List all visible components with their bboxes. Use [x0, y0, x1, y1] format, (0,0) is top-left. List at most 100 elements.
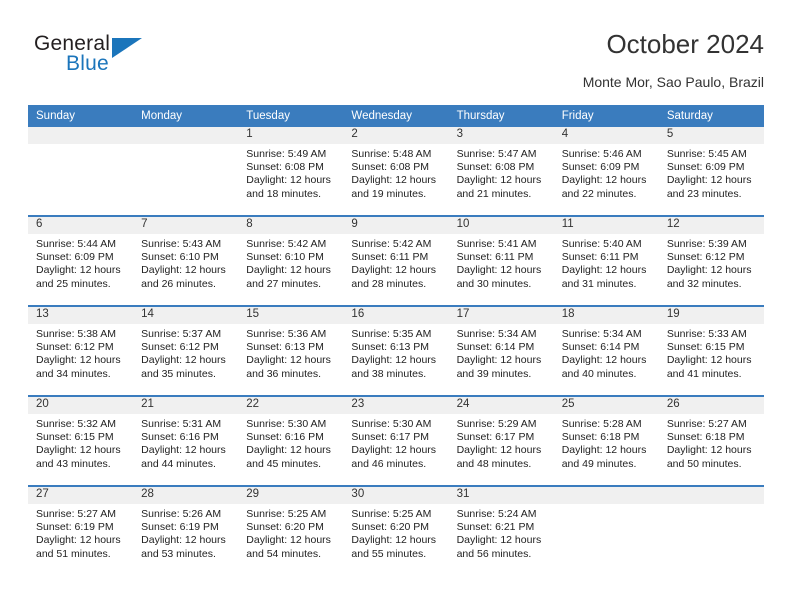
calendar-day-cell[interactable]: 20 Sunrise: 5:32 AM Sunset: 6:15 PM Dayligh… [28, 395, 134, 486]
sunrise-text: Sunrise: 5:38 AM [36, 328, 116, 340]
daylight-text: Daylight: 12 hours and 55 minutes. [351, 534, 437, 560]
sunset-text: Sunset: 6:11 PM [561, 251, 639, 264]
calendar-day-cell[interactable]: 29 Sunrise: 5:25 AM Sunset: 6:20 PM Dayligh… [238, 485, 344, 575]
calendar-day-cell[interactable]: 22 Sunrise: 5:30 AM Sunset: 6:16 PM Dayligh… [238, 395, 344, 486]
calendar-day-cell[interactable]: 13 Sunrise: 5:38 AM Sunset: 6:12 PM Dayligh… [28, 305, 134, 396]
calendar-body: 1 Sunrise: 5:49 AM Sunset: 6:08 PM Daylight… [28, 127, 764, 575]
calendar-day-cell-inner: 26 Sunrise: 5:27 AM Sunset: 6:18 PM Dayligh… [658, 397, 764, 485]
sunset-text: Sunset: 6:08 PM [456, 161, 535, 174]
calendar-day-cell-inner: 24 Sunrise: 5:29 AM Sunset: 6:17 PM Dayligh… [448, 397, 554, 485]
sunset-text: Sunset: 6:14 PM [561, 341, 640, 354]
day-number: 3 [448, 127, 554, 144]
day-details: Sunrise: 5:44 AM Sunset: 6:09 PM Daylight:… [28, 234, 133, 291]
calendar-day-cell[interactable]: 14 Sunrise: 5:37 AM Sunset: 6:12 PM Dayligh… [133, 305, 239, 396]
day-details: Sunrise: 5:28 AM Sunset: 6:18 PM Daylight:… [554, 414, 659, 471]
day-number: 11 [553, 217, 659, 234]
sunrise-text: Sunrise: 5:37 AM [141, 328, 222, 340]
calendar-day-cell[interactable]: 6 Sunrise: 5:44 AM Sunset: 6:09 PM Daylight… [28, 215, 134, 306]
daylight-text: Daylight: 12 hours and 19 minutes. [351, 174, 437, 200]
sunrise-text: Sunrise: 5:33 AM [666, 328, 747, 340]
blue-triangle-icon [112, 38, 142, 58]
calendar-day-cell[interactable]: 30 Sunrise: 5:25 AM Sunset: 6:20 PM Dayligh… [343, 485, 449, 575]
calendar-day-cell[interactable]: 21 Sunrise: 5:31 AM Sunset: 6:16 PM Dayligh… [133, 395, 239, 486]
day-details: Sunrise: 5:32 AM Sunset: 6:15 PM Daylight:… [28, 414, 133, 471]
sunset-text: Sunset: 6:20 PM [351, 521, 430, 534]
calendar-day-cell[interactable]: 31 Sunrise: 5:24 AM Sunset: 6:21 PM Dayligh… [448, 485, 554, 575]
calendar-day-cell-inner: 8 Sunrise: 5:42 AM Sunset: 6:10 PM Daylight… [238, 217, 344, 305]
day-number: 28 [133, 487, 239, 504]
calendar-day-cell-inner: 6 Sunrise: 5:44 AM Sunset: 6:09 PM Daylight… [28, 217, 134, 305]
general-blue-logo[interactable]: General Blue [34, 32, 244, 92]
daylight-text: Daylight: 12 hours and 39 minutes. [456, 354, 542, 380]
weekday-header-thursday: Thursday [448, 105, 554, 127]
sunrise-text: Sunrise: 5:26 AM [141, 508, 222, 520]
calendar-day-cell[interactable]: 18 Sunrise: 5:34 AM Sunset: 6:14 PM Dayligh… [553, 305, 659, 396]
day-details: Sunrise: 5:30 AM Sunset: 6:17 PM Daylight:… [343, 414, 448, 471]
sunset-text: Sunset: 6:16 PM [141, 431, 219, 444]
day-details: Sunrise: 5:42 AM Sunset: 6:11 PM Daylight:… [343, 234, 448, 291]
daylight-text: Daylight: 12 hours and 45 minutes. [246, 444, 331, 470]
calendar-day-cell-inner: 23 Sunrise: 5:30 AM Sunset: 6:17 PM Dayligh… [343, 397, 449, 485]
calendar-day-cell[interactable]: 12 Sunrise: 5:39 AM Sunset: 6:12 PM Dayligh… [658, 215, 764, 306]
sunset-text: Sunset: 6:12 PM [141, 341, 219, 354]
sunset-text: Sunset: 6:19 PM [141, 521, 219, 534]
daylight-text: Daylight: 12 hours and 27 minutes. [246, 264, 331, 290]
day-details: Sunrise: 5:37 AM Sunset: 6:12 PM Daylight:… [133, 324, 238, 381]
calendar-day-cell[interactable]: 9 Sunrise: 5:42 AM Sunset: 6:11 PM Daylight… [343, 215, 449, 306]
sunset-text: Sunset: 6:17 PM [456, 431, 535, 444]
calendar-day-cell[interactable]: 11 Sunrise: 5:40 AM Sunset: 6:11 PM Dayligh… [553, 215, 659, 306]
calendar-day-cell[interactable]: 2 Sunrise: 5:48 AM Sunset: 6:08 PM Daylight… [343, 127, 449, 216]
day-details: Sunrise: 5:24 AM Sunset: 6:21 PM Daylight:… [449, 504, 554, 561]
daylight-text: Daylight: 12 hours and 30 minutes. [456, 264, 542, 290]
daylight-text: Daylight: 12 hours and 25 minutes. [36, 264, 121, 290]
calendar-day-cell[interactable]: 3 Sunrise: 5:47 AM Sunset: 6:08 PM Daylight… [448, 127, 554, 216]
calendar-day-cell-inner: 2 Sunrise: 5:48 AM Sunset: 6:08 PM Daylight… [343, 127, 449, 215]
sunrise-text: Sunrise: 5:43 AM [141, 238, 222, 250]
calendar-day-cell[interactable]: 28 Sunrise: 5:26 AM Sunset: 6:19 PM Dayligh… [133, 485, 239, 575]
sunset-text: Sunset: 6:15 PM [36, 431, 114, 444]
day-details: Sunrise: 5:46 AM Sunset: 6:09 PM Daylight:… [554, 144, 659, 201]
daylight-text: Daylight: 12 hours and 38 minutes. [351, 354, 437, 380]
calendar-day-cell[interactable]: 15 Sunrise: 5:36 AM Sunset: 6:13 PM Dayligh… [238, 305, 344, 396]
day-details: Sunrise: 5:25 AM Sunset: 6:20 PM Daylight:… [343, 504, 448, 561]
calendar-day-cell[interactable]: 5 Sunrise: 5:45 AM Sunset: 6:09 PM Daylight… [658, 127, 764, 216]
day-details: Sunrise: 5:35 AM Sunset: 6:13 PM Daylight:… [343, 324, 448, 381]
calendar-day-cell[interactable]: 8 Sunrise: 5:42 AM Sunset: 6:10 PM Daylight… [238, 215, 344, 306]
sunset-text: Sunset: 6:14 PM [456, 341, 535, 354]
calendar-day-cell[interactable]: 19 Sunrise: 5:33 AM Sunset: 6:15 PM Dayligh… [658, 305, 764, 396]
calendar-day-cell[interactable]: 26 Sunrise: 5:27 AM Sunset: 6:18 PM Dayligh… [658, 395, 764, 486]
calendar-day-cell[interactable]: 10 Sunrise: 5:41 AM Sunset: 6:11 PM Dayligh… [448, 215, 554, 306]
calendar-day-cell[interactable]: 27 Sunrise: 5:27 AM Sunset: 6:19 PM Dayligh… [28, 485, 134, 575]
calendar-day-cell[interactable]: 16 Sunrise: 5:35 AM Sunset: 6:13 PM Dayligh… [343, 305, 449, 396]
day-details: Sunrise: 5:39 AM Sunset: 6:12 PM Daylight:… [659, 234, 764, 291]
calendar-day-cell[interactable]: 4 Sunrise: 5:46 AM Sunset: 6:09 PM Daylight… [553, 127, 659, 216]
calendar-day-cell[interactable]: 1 Sunrise: 5:49 AM Sunset: 6:08 PM Daylight… [238, 127, 344, 216]
sunrise-text: Sunrise: 5:44 AM [36, 238, 116, 250]
calendar-day-cell-inner: 9 Sunrise: 5:42 AM Sunset: 6:11 PM Daylight… [343, 217, 449, 305]
day-number: 4 [553, 127, 659, 144]
calendar-day-cell-inner: 12 Sunrise: 5:39 AM Sunset: 6:12 PM Dayligh… [658, 217, 764, 305]
day-number: 26 [658, 397, 764, 414]
page-header: General Blue October 2024 Monte Mor, Sao… [28, 28, 764, 100]
calendar-day-cell[interactable]: 24 Sunrise: 5:29 AM Sunset: 6:17 PM Dayligh… [448, 395, 554, 486]
sunrise-text: Sunrise: 5:27 AM [36, 508, 116, 520]
day-number: 19 [658, 307, 764, 324]
day-number [133, 127, 239, 144]
day-details: Sunrise: 5:45 AM Sunset: 6:09 PM Daylight:… [659, 144, 764, 201]
day-number: 31 [448, 487, 554, 504]
sunset-text: Sunset: 6:19 PM [36, 521, 114, 534]
day-number: 30 [343, 487, 449, 504]
day-details: Sunrise: 5:25 AM Sunset: 6:20 PM Daylight:… [238, 504, 343, 561]
calendar-day-cell[interactable]: 17 Sunrise: 5:34 AM Sunset: 6:14 PM Dayligh… [448, 305, 554, 396]
sunrise-text: Sunrise: 5:39 AM [666, 238, 747, 250]
calendar-day-cell-inner: 19 Sunrise: 5:33 AM Sunset: 6:15 PM Dayligh… [658, 307, 764, 395]
sunset-text: Sunset: 6:12 PM [666, 251, 745, 264]
calendar-day-cell[interactable]: 23 Sunrise: 5:30 AM Sunset: 6:17 PM Dayligh… [343, 395, 449, 486]
sunset-text: Sunset: 6:18 PM [666, 431, 745, 444]
calendar-day-cell[interactable]: 7 Sunrise: 5:43 AM Sunset: 6:10 PM Daylight… [133, 215, 239, 306]
calendar-day-cell[interactable]: 25 Sunrise: 5:28 AM Sunset: 6:18 PM Dayligh… [553, 395, 659, 486]
sunset-text: Sunset: 6:15 PM [666, 341, 745, 354]
calendar-week-row: 6 Sunrise: 5:44 AM Sunset: 6:09 PM Daylight… [28, 215, 764, 306]
calendar-day-cell-inner: 7 Sunrise: 5:43 AM Sunset: 6:10 PM Daylight… [133, 217, 239, 305]
sunrise-text: Sunrise: 5:34 AM [561, 328, 642, 340]
